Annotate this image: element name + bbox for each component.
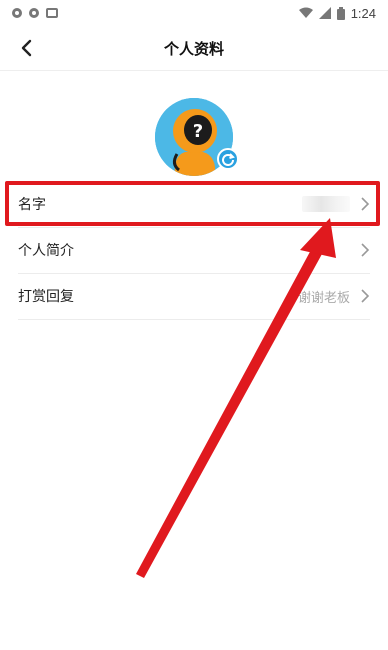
status-bar-left <box>12 8 58 18</box>
row-label: 个人简介 <box>18 243 74 259</box>
notification-dot-icon <box>12 8 22 18</box>
row-label: 打赏回复 <box>18 289 74 305</box>
chevron-right-icon <box>361 289 370 303</box>
status-bar-right: 1:24 <box>298 5 376 21</box>
signal-icon <box>318 7 331 19</box>
chevron-right-icon <box>361 243 370 257</box>
battery-icon <box>336 6 345 20</box>
app-notification-icon <box>46 8 58 18</box>
page-title: 个人资料 <box>163 39 224 58</box>
app-header: 个人资料 <box>0 26 388 71</box>
row-value-area <box>350 243 370 257</box>
refresh-icon <box>222 153 235 166</box>
highlight-box <box>5 181 380 226</box>
chevron-left-icon <box>21 39 32 57</box>
back-button[interactable] <box>12 34 40 62</box>
status-time: 1:24 <box>350 5 376 21</box>
status-bar: 1:24 <box>0 0 388 26</box>
wifi-icon <box>298 7 313 18</box>
avatar-container[interactable]: ? <box>155 98 239 176</box>
row-value-area: 谢谢老板 <box>298 287 370 306</box>
notification-dot-icon <box>29 8 39 18</box>
refresh-badge[interactable] <box>217 148 239 170</box>
tip-reply-row[interactable]: 打赏回复 谢谢老板 <box>18 273 370 320</box>
bio-row[interactable]: 个人简介 <box>18 227 370 274</box>
svg-text:?: ? <box>193 121 203 142</box>
row-value: 谢谢老板 <box>297 290 350 306</box>
